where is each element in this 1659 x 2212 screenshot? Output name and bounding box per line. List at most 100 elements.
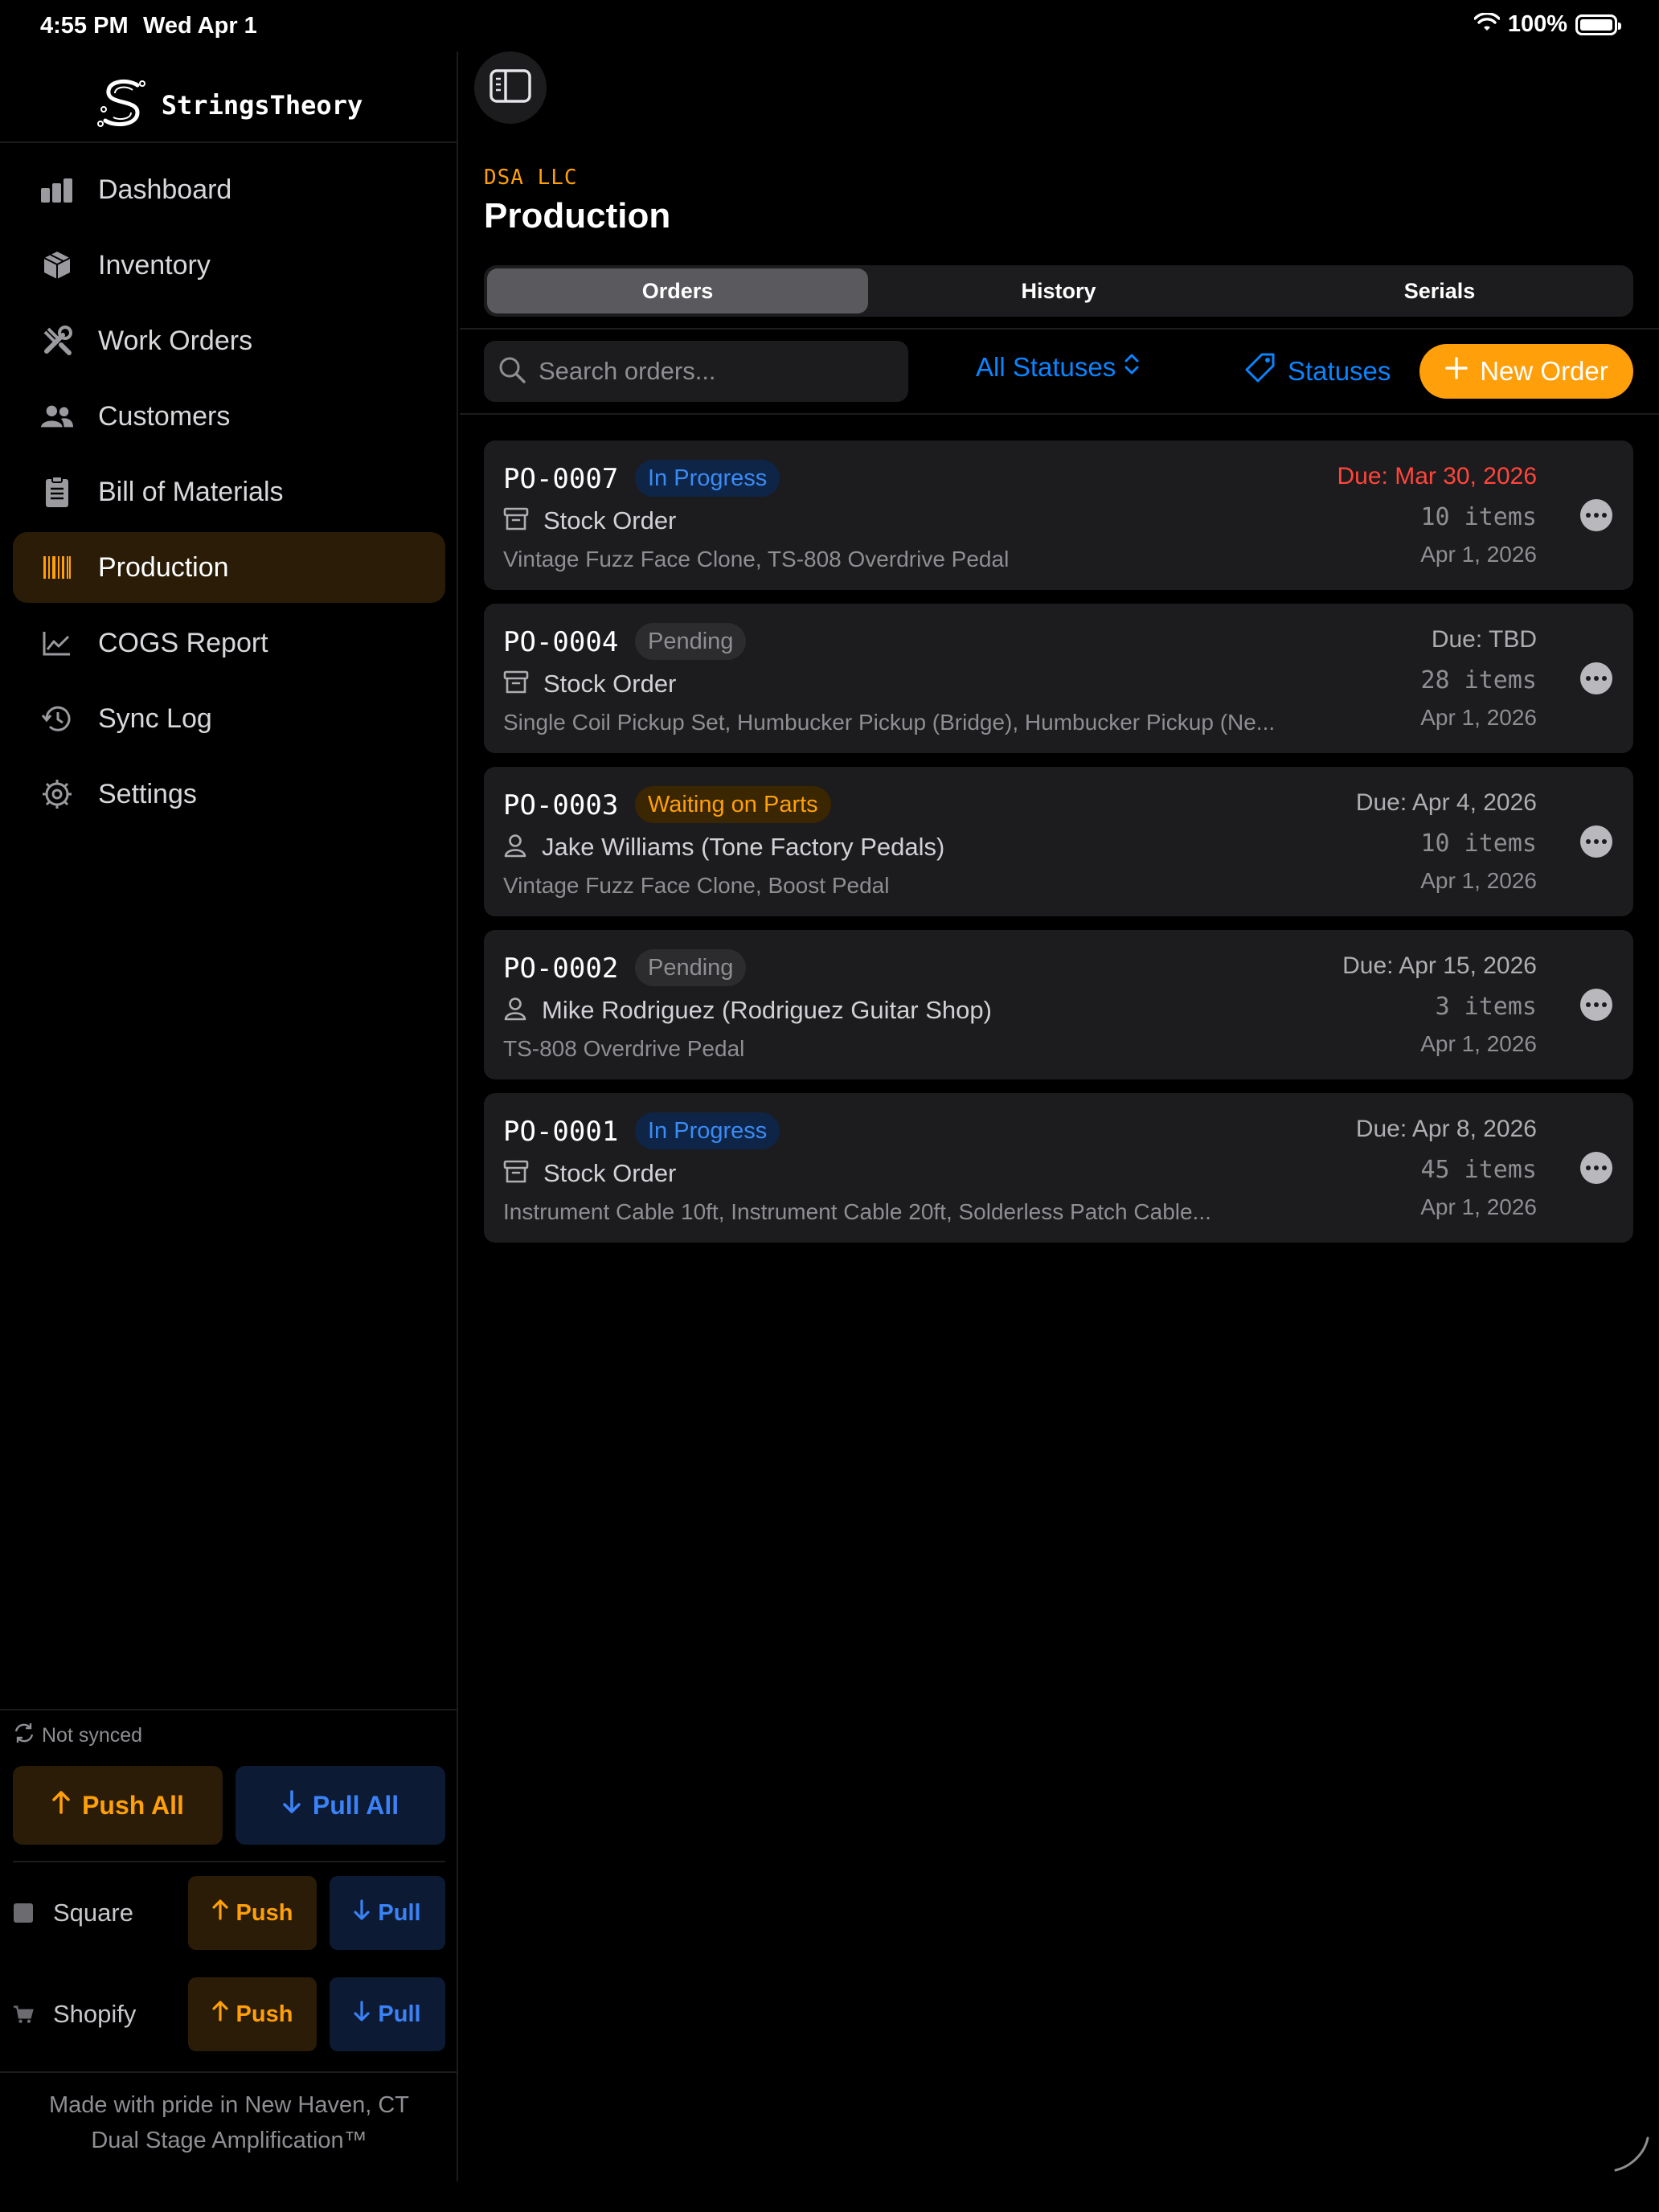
status-badge: In Progress (635, 1112, 780, 1149)
clipboard-icon (40, 475, 74, 509)
order-item-count: 10 items (1420, 503, 1538, 531)
push-all-label: Push All (82, 1790, 184, 1820)
arrow-down-icon (354, 2001, 371, 2028)
tab-serials[interactable]: Serials (1249, 268, 1630, 313)
person-icon (503, 834, 527, 862)
order-item-count: 10 items (1420, 830, 1538, 858)
statuses-button[interactable]: Statuses (1244, 352, 1391, 391)
resize-handle-icon[interactable] (1611, 2133, 1651, 2173)
page-title: Production (484, 196, 671, 236)
more-options-icon[interactable] (1580, 1152, 1612, 1184)
sidebar-item-cogs-report[interactable]: COGS Report (13, 608, 445, 678)
square-push-button[interactable]: Push (188, 1876, 317, 1950)
order-card[interactable]: PO-0002 Pending Mike Rodriguez (Rodriguez … (484, 930, 1633, 1079)
status-badge: Waiting on Parts (635, 786, 831, 823)
order-card[interactable]: PO-0007 In Progress Stock Order Vintage Fuz… (484, 440, 1633, 590)
pull-all-label: Pull All (312, 1790, 399, 1820)
more-options-icon[interactable] (1580, 989, 1612, 1021)
archive-box-icon (503, 670, 529, 698)
history-icon (40, 702, 74, 735)
search-input[interactable] (539, 357, 892, 386)
plus-icon (1444, 356, 1469, 387)
gear-icon (40, 777, 74, 811)
order-id: PO-0001 (503, 1116, 619, 1148)
tag-icon (1244, 352, 1276, 391)
shopify-pull-button[interactable]: Pull (330, 1977, 445, 2051)
order-created-date: Apr 1, 2026 (1420, 868, 1537, 893)
bulk-sync-row: Push All Pull All (0, 1750, 458, 1845)
sync-panel: Not synced Push All Pull All Square Push… (0, 1709, 458, 2158)
status-bar: 4:55 PM Wed Apr 1 100% (0, 0, 1659, 51)
order-type-label: Stock Order (543, 506, 677, 535)
tools-icon (40, 324, 74, 358)
status-badge: Pending (635, 949, 747, 986)
order-card[interactable]: PO-0003 Waiting on Parts Jake Williams (To… (484, 767, 1633, 916)
sidebar-item-settings[interactable]: Settings (13, 759, 445, 830)
order-created-date: Apr 1, 2026 (1420, 1194, 1537, 1219)
barcode-icon (40, 551, 74, 584)
pull-label: Pull (378, 2001, 421, 2027)
sidebar-toggle-icon (490, 68, 531, 107)
order-type: Mike Rodriguez (Rodriguez Guitar Shop) (503, 996, 992, 1025)
order-item-count: 28 items (1420, 666, 1538, 694)
shopify-push-button[interactable]: Push (188, 1977, 317, 2051)
order-id: PO-0004 (503, 626, 619, 658)
battery-icon (1575, 14, 1621, 35)
order-card[interactable]: PO-0001 In Progress Stock Order Instrument … (484, 1093, 1633, 1243)
sidebar-item-work-orders[interactable]: Work Orders (13, 305, 445, 376)
sidebar-item-sync-log[interactable]: Sync Log (13, 683, 445, 754)
order-card[interactable]: PO-0004 Pending Stock Order Single Coil Pic… (484, 604, 1633, 753)
sync-status-label: Not synced (42, 1724, 143, 1747)
order-products: Instrument Cable 10ft, Instrument Cable … (503, 1199, 1211, 1224)
order-item-count: 3 items (1435, 993, 1537, 1021)
order-products: Vintage Fuzz Face Clone, Boost Pedal (503, 873, 890, 898)
sidebar-item-label: Work Orders (98, 325, 253, 356)
archive-box-icon (503, 507, 529, 535)
orders-toolbar: All Statuses Statuses New Order (484, 341, 1633, 402)
company-name: DSA LLC (484, 166, 578, 190)
order-id: PO-0003 (503, 789, 619, 821)
sidebar-toggle-button[interactable] (474, 51, 547, 124)
order-created-date: Apr 1, 2026 (1420, 705, 1537, 730)
sidebar-item-dashboard[interactable]: Dashboard (13, 154, 445, 225)
order-due-date: Due: Mar 30, 2026 (1337, 463, 1537, 490)
more-options-icon[interactable] (1580, 825, 1612, 858)
tab-orders[interactable]: Orders (487, 268, 868, 313)
sidebar-item-inventory[interactable]: Inventory (13, 230, 445, 301)
people-icon (40, 399, 74, 433)
push-all-button[interactable]: Push All (13, 1766, 223, 1845)
chart-bars-icon (40, 173, 74, 207)
sidebar-item-customers[interactable]: Customers (13, 381, 445, 452)
more-options-icon[interactable] (1580, 662, 1612, 694)
new-order-button[interactable]: New Order (1419, 344, 1633, 399)
sidebar-item-bill-of-materials[interactable]: Bill of Materials (13, 457, 445, 527)
status-time: 4:55 PM (40, 13, 129, 39)
tab-history[interactable]: History (868, 268, 1249, 313)
status-filter-select[interactable]: All Statuses (976, 352, 1140, 383)
sync-icon (13, 1722, 35, 1750)
person-icon (503, 997, 527, 1025)
order-type: Stock Order (503, 1159, 676, 1188)
status-badge: Pending (635, 623, 747, 660)
service-row-shopify: Shopify Push Pull (0, 1964, 458, 2065)
square-pull-button[interactable]: Pull (330, 1876, 445, 1950)
arrow-down-icon (354, 1899, 371, 1927)
order-created-date: Apr 1, 2026 (1420, 1031, 1537, 1056)
sidebar-item-production[interactable]: Production (13, 532, 445, 603)
status-date: Wed Apr 1 (143, 13, 257, 39)
order-products: TS-808 Overdrive Pedal (503, 1036, 745, 1061)
order-item-count: 45 items (1420, 1156, 1538, 1184)
order-type-label: Mike Rodriguez (Rodriguez Guitar Shop) (542, 996, 992, 1024)
order-due-date: Due: Apr 4, 2026 (1355, 789, 1537, 816)
order-type: Stock Order (503, 506, 676, 535)
divider (0, 141, 458, 143)
line-chart-icon (40, 626, 74, 660)
push-label: Push (236, 1899, 293, 1926)
main-content: DSA LLC Production Orders History Serial… (460, 51, 1659, 2181)
more-options-icon[interactable] (1580, 499, 1612, 531)
sidebar-item-label: Dashboard (98, 174, 232, 205)
archive-box-icon (503, 1160, 529, 1188)
status-filter-label: All Statuses (976, 352, 1116, 382)
order-type-label: Stock Order (543, 1159, 677, 1187)
pull-all-button[interactable]: Pull All (236, 1766, 445, 1845)
